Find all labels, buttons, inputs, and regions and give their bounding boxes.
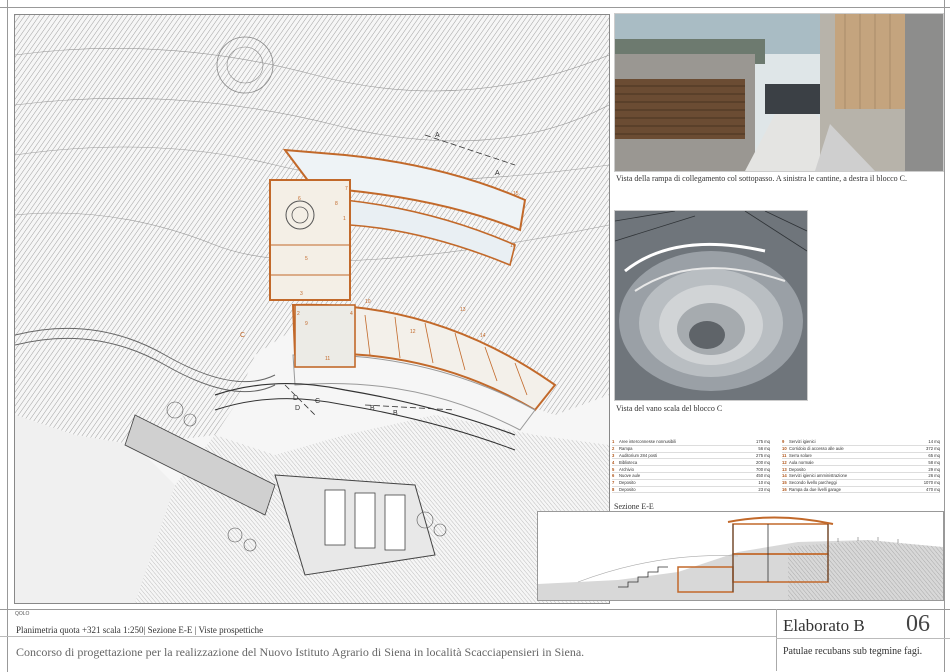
- legend-row: 2 Rampa 56 mq: [612, 446, 770, 453]
- section-label-d1: D: [293, 395, 298, 402]
- legend-row: 13 Deposito 29 mq: [782, 466, 940, 473]
- drawing-sheet: A A B B C C D D 1 2 3 4 5 6 7 8 9 10 11 …: [0, 0, 950, 672]
- room-number: 10: [365, 299, 371, 305]
- project-motto: Patulae recubans sub tegmine fagi.: [783, 646, 923, 657]
- legend-row: 16 Rampa da due livelli garage 470 mq: [782, 486, 940, 494]
- room-number: 13: [460, 307, 466, 313]
- legend-row: 11 Serra solare 65 mq: [782, 452, 940, 460]
- elaborato-label: Elaborato B: [783, 616, 865, 635]
- room-number: 14: [480, 333, 486, 339]
- render-staircase-caption: Vista del vano scala del blocco C: [616, 404, 723, 413]
- legend-row: 1 Aree interconnesse nonnusibili 175 mq: [612, 439, 770, 446]
- competition-title: Concorso di progettazione per la realizz…: [16, 645, 585, 659]
- legend-row: 15 Secondo livello parcheggi 1070 mq: [782, 480, 940, 487]
- room-number: 4: [350, 311, 353, 317]
- legend-column-right: 9 Servizi igienici 14 mq 10 Corridoio di ac…: [782, 439, 940, 494]
- section-label-d2: D: [295, 405, 300, 412]
- frame-top-line: [0, 7, 950, 8]
- room-number: 1: [343, 216, 346, 222]
- frame-right-line: [944, 0, 945, 672]
- legend-row: 14 Servizi igienici amministrazione 26 mq: [782, 473, 940, 480]
- room-number: 11: [325, 356, 330, 362]
- render-staircase-view: [614, 210, 808, 401]
- section-drawing: [537, 511, 944, 601]
- legend-row: 12 Aula normale 58 mq: [782, 459, 940, 467]
- render-ramp-caption: Vista della rampa di collegamento col so…: [616, 174, 907, 183]
- legend-row: 3 Auditorium 284 posti 275 mq: [612, 452, 770, 460]
- legend-row: 9 Servizi igienici 14 mq: [782, 439, 940, 446]
- render-ramp-view: [614, 13, 944, 172]
- legend-column-left: 1 Aree interconnesse nonnusibili 175 mq 2R…: [612, 439, 770, 494]
- room-number: 7: [345, 186, 348, 192]
- room-number: 3: [300, 291, 303, 297]
- room-number: 8: [335, 201, 338, 207]
- legend-row: 7 Deposito 10 mq: [612, 480, 770, 487]
- section-label-b2: B: [393, 410, 398, 417]
- room-number: 9: [305, 321, 308, 327]
- room-number: 12: [410, 329, 416, 335]
- sheet-number: 06: [906, 611, 930, 637]
- title-block: [0, 604, 950, 672]
- section-label-c2: C: [240, 332, 245, 339]
- room-number: 2: [297, 311, 300, 317]
- legend-row: 10 Corridoio di accesso alle aule 372 mq: [782, 446, 940, 453]
- room-number: 5: [305, 256, 308, 262]
- room-number: 6: [298, 196, 301, 202]
- room-number: 15: [513, 191, 519, 197]
- section-label-a1: A: [495, 170, 500, 177]
- site-plan: A A B B C C D D 1 2 3 4 5 6 7 8 9 10 11 …: [14, 14, 610, 604]
- section-label-a2: A: [435, 132, 440, 139]
- legend-row: 6 Nuove aule 450 mq: [612, 473, 770, 480]
- legend-row: 4 Biblioteca 200 mq: [612, 459, 770, 467]
- room-number: 16: [510, 243, 516, 249]
- section-title: Sezione E-E: [614, 502, 654, 511]
- section-label-b1: B: [370, 405, 375, 412]
- legend-row: 8 Deposito 23 mq: [612, 486, 770, 494]
- drawing-subtitle: Planimetria quota +321 scala 1:250| Sezi…: [16, 625, 264, 635]
- studio-logo: QOLO: [15, 611, 30, 617]
- site-plan-drawing: A A B B C C D D 1 2 3 4 5 6 7 8 9 10 11 …: [15, 15, 609, 603]
- section-label-c1: C: [315, 398, 320, 405]
- legend-row: 5 Archivio 700 mq: [612, 466, 770, 473]
- frame-left-line: [7, 0, 8, 672]
